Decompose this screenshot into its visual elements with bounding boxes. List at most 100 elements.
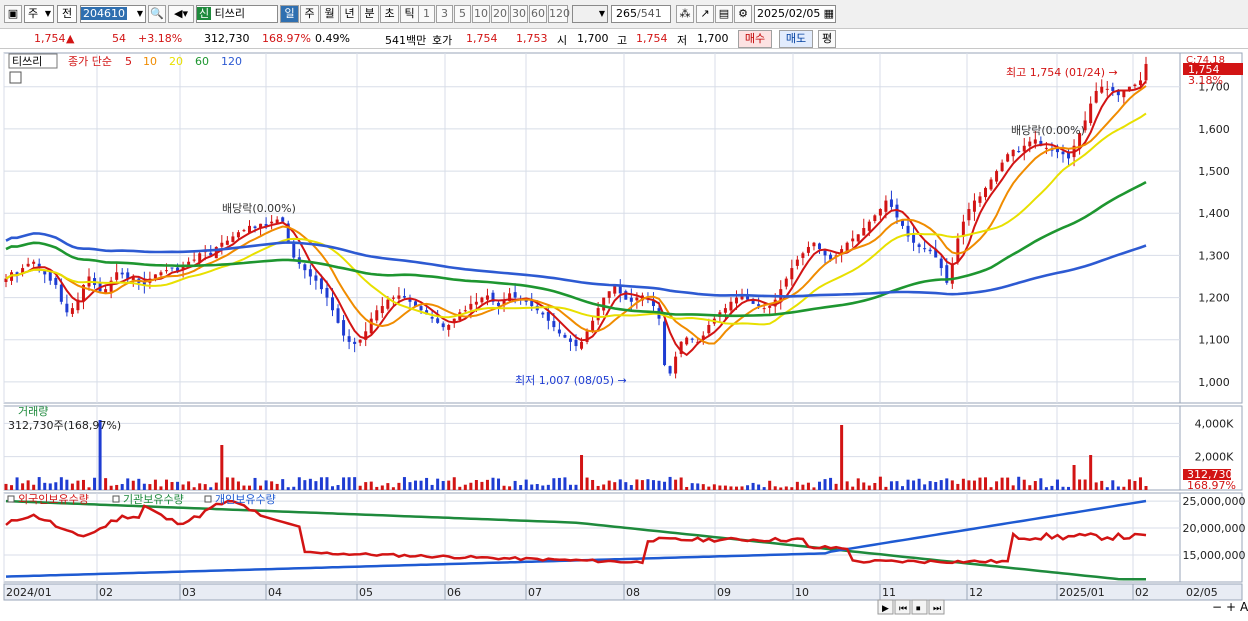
volume-bar: [386, 483, 390, 490]
eval-button[interactable]: 평: [818, 30, 836, 48]
candle-body: [923, 248, 927, 250]
period-button-2[interactable]: 월: [320, 5, 339, 23]
code-input[interactable]: 204610 ▼: [80, 5, 146, 23]
candle-body: [353, 341, 357, 344]
candle-body: [253, 226, 257, 228]
candle-body: [54, 278, 58, 285]
volume-bar: [729, 486, 733, 490]
volume-bar: [242, 485, 246, 490]
candle-body: [967, 209, 971, 221]
volume-bar: [524, 479, 528, 490]
volume-bar: [253, 477, 257, 490]
volume-bar: [651, 480, 655, 490]
x-tick-label: 05: [359, 586, 373, 599]
candle-body: [497, 302, 501, 307]
volume-bar: [779, 487, 783, 490]
volume-bar: [912, 480, 916, 490]
volume-bar: [535, 484, 539, 490]
volume-value-label: 312,730주(168,97%): [8, 419, 121, 432]
candle-body: [734, 297, 738, 304]
candle-body: [1028, 141, 1032, 147]
grid-icon[interactable]: ⁂: [676, 5, 694, 23]
volume-bar: [546, 484, 550, 490]
x-tick-label: 02: [1135, 586, 1149, 599]
volume-bar: [917, 478, 921, 490]
stock-chart[interactable]: 1,0001,1001,2001,3001,4001,5001,6001,700…: [0, 49, 1248, 621]
candle-body: [580, 341, 584, 349]
legend-prefix: 종가 단순: [68, 55, 112, 68]
gear-icon[interactable]: ⚙: [734, 5, 752, 23]
hoga-label: 호가: [432, 34, 453, 47]
interval-select[interactable]: ▼: [572, 5, 608, 23]
volume-bar: [176, 481, 180, 490]
period-button-3[interactable]: 년: [340, 5, 359, 23]
volume-bar: [640, 480, 644, 490]
stock-name-field[interactable]: 신 티쓰리: [196, 5, 278, 23]
volume-bar: [989, 487, 993, 490]
buy-button[interactable]: 매수: [738, 30, 772, 48]
volume-bar: [530, 484, 534, 490]
sound-icon[interactable]: ◀▾: [168, 5, 194, 23]
interval-button-20[interactable]: 20: [491, 5, 509, 23]
name-tag: 티쓰리: [12, 55, 42, 68]
period-button-5[interactable]: 초: [380, 5, 399, 23]
trade-amount: 541백만: [385, 34, 427, 47]
volume-bar: [668, 476, 672, 490]
candle-body: [358, 339, 362, 343]
x-tick-label: 08: [626, 586, 640, 599]
candle-body: [1094, 90, 1098, 103]
candle-body: [972, 200, 976, 212]
x-tick-label: 04: [268, 586, 282, 599]
volume-bar: [292, 486, 296, 490]
save-icon[interactable]: ▤: [715, 5, 733, 23]
volume-bar: [76, 480, 80, 490]
volume-bar: [353, 477, 357, 490]
period-button-6[interactable]: 틱: [400, 5, 419, 23]
interval-button-1[interactable]: 1: [418, 5, 435, 23]
period-button-0[interactable]: 일: [280, 5, 299, 23]
crosshair-icon[interactable]: ↗: [696, 5, 714, 23]
volume-bar: [591, 479, 595, 490]
candle-body: [369, 318, 373, 334]
volume-bar: [308, 478, 312, 490]
date-field[interactable]: 2025/02/05 ▦: [754, 5, 836, 23]
interval-button-3[interactable]: 3: [436, 5, 453, 23]
candle-body: [690, 338, 694, 340]
candle-body: [1061, 151, 1065, 155]
price-change: 54: [112, 32, 126, 45]
candle-body: [275, 219, 279, 224]
legend-ma-120: 120: [221, 55, 242, 68]
volume-ratio: 168.97%: [262, 32, 311, 45]
interval-button-5[interactable]: 5: [454, 5, 471, 23]
period-button-1[interactable]: 주: [300, 5, 319, 23]
interval-button-120[interactable]: 120: [548, 5, 570, 23]
period-button-4[interactable]: 분: [360, 5, 379, 23]
price-tick-label: 1,100: [1198, 334, 1230, 347]
volume: 312,730: [204, 32, 250, 45]
count-field[interactable]: 265/541: [611, 5, 671, 23]
interval-button-10[interactable]: 10: [472, 5, 490, 23]
interval-button-30[interactable]: 30: [510, 5, 528, 23]
interval-button-60[interactable]: 60: [529, 5, 547, 23]
x-tick-label: 03: [182, 586, 196, 599]
market-select[interactable]: 주 ▼: [24, 5, 54, 23]
volume-bar: [1000, 477, 1004, 490]
open-price: 1,700: [577, 32, 609, 45]
volume-bar: [275, 483, 279, 490]
candle-body: [397, 295, 401, 299]
volume-bar: [43, 482, 47, 490]
volume-bar: [585, 477, 589, 490]
window-icon[interactable]: ▣: [4, 5, 22, 23]
volume-bar: [203, 484, 207, 490]
candle-body: [120, 272, 124, 275]
candle-body: [474, 301, 478, 305]
prev-button[interactable]: 전: [57, 5, 77, 23]
search-icon[interactable]: 🔍: [148, 5, 166, 23]
sell-button[interactable]: 매도: [779, 30, 813, 48]
candle-body: [950, 263, 954, 284]
volume-bar: [618, 479, 622, 490]
volume-bar: [181, 484, 185, 490]
volume-bar: [408, 482, 412, 490]
candle-body: [591, 320, 595, 332]
volume-bar: [81, 479, 85, 490]
